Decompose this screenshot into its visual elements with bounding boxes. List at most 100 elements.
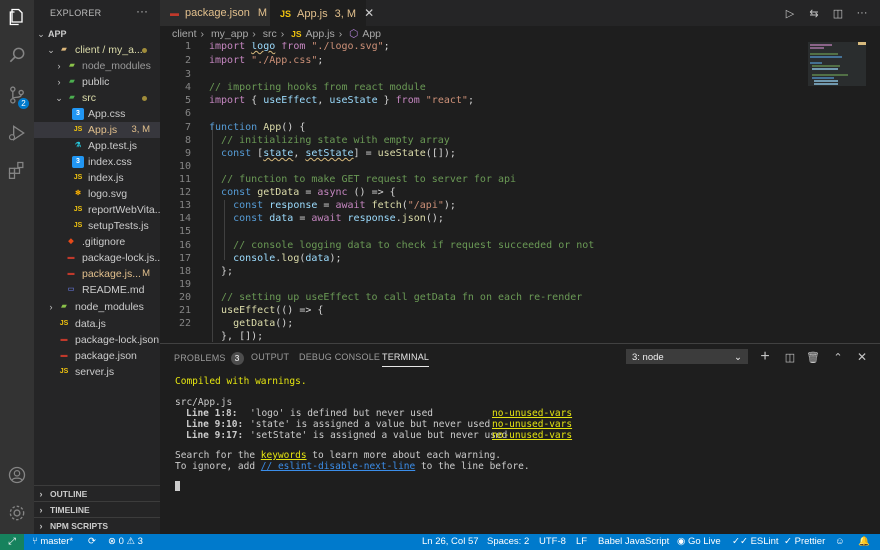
npm-file-icon: ▬	[67, 254, 75, 261]
line-number: 15	[178, 226, 191, 237]
code-line: const [state, setState] = useState([]);	[221, 148, 456, 159]
encoding-status[interactable]: UTF-8	[539, 534, 566, 550]
indentation-status[interactable]: Spaces: 2	[487, 534, 529, 550]
tree-file-gitignore[interactable]: ◆ .gitignore	[34, 234, 160, 250]
tree-file-app-test-js[interactable]: ⚗ App.test.js	[34, 138, 160, 154]
go-live-status[interactable]: ◉ Go Live	[677, 534, 721, 550]
tree-file-app-css[interactable]: 3 App.css	[34, 106, 160, 122]
code-line: useEffect(() => {	[221, 305, 324, 316]
tab-debug-console[interactable]: DEBUG CONSOLE	[299, 352, 380, 362]
terminal-compiled-line: Compiled with warnings.	[175, 376, 307, 387]
extensions-icon[interactable]	[0, 153, 34, 187]
chevron-right-icon: ›	[39, 521, 43, 531]
code-line: const getData = async () => {	[221, 187, 396, 198]
tab-output[interactable]: OUTPUT	[251, 352, 289, 362]
language-mode-status[interactable]: Babel JavaScript	[598, 534, 669, 550]
run-icon[interactable]: ▷	[782, 5, 798, 21]
src-folder-icon: ▰	[69, 94, 75, 101]
tree-file-index-js[interactable]: JS index.js	[34, 170, 160, 186]
js-file-icon: JS	[59, 368, 69, 375]
tree-folder-node-modules[interactable]: › ▰ node_modules	[34, 58, 160, 74]
timeline-section[interactable]: › TIMELINE	[34, 501, 160, 518]
compare-changes-icon[interactable]: ⇆	[806, 5, 822, 21]
minimap[interactable]	[808, 42, 866, 102]
tree-file-report-web-vitals[interactable]: JS reportWebVita...	[34, 202, 160, 218]
warning-loc: Line 9:17:	[186, 430, 244, 441]
js-file-icon: JS	[73, 174, 83, 181]
source-control-icon[interactable]: 2	[0, 78, 34, 112]
feedback-icon[interactable]: ☺	[835, 534, 845, 550]
tree-file-logo-svg[interactable]: ✻ logo.svg	[34, 186, 160, 202]
remote-indicator-icon[interactable]: ⤢	[0, 534, 24, 550]
eol-status[interactable]: LF	[576, 534, 587, 550]
sync-icon[interactable]: ⟳	[88, 534, 96, 550]
tree-file-package-json-client[interactable]: ▬ package.js... M	[34, 266, 160, 282]
tab-problems[interactable]: PROBLEMS 3	[174, 352, 244, 365]
more-actions-icon[interactable]: ···	[136, 4, 148, 18]
search-icon[interactable]	[0, 38, 34, 72]
folder-open-icon: ▰	[61, 46, 67, 53]
breadcrumb-item[interactable]: App	[362, 28, 381, 40]
tree-file-data-js[interactable]: JS data.js	[34, 316, 160, 332]
tree-folder-public[interactable]: › ▰ public	[34, 74, 160, 90]
line-number: 13	[178, 200, 191, 211]
tree-folder-src[interactable]: ⌄ ▰ src	[34, 90, 160, 106]
line-number: 14	[178, 213, 191, 224]
settings-gear-icon[interactable]	[0, 496, 34, 530]
css-file-icon: 3	[72, 108, 84, 120]
code-line: import "./App.css";	[209, 55, 324, 66]
eslint-disable-link[interactable]: // eslint-disable-next-line	[261, 461, 415, 472]
tab-package-json[interactable]: ▬ package.json M	[160, 0, 270, 26]
tree-root-app[interactable]: ⌄ APP	[34, 26, 160, 42]
tree-file-package-lock-root[interactable]: ▬ package-lock.json	[34, 332, 160, 348]
code-line: console.log(data);	[233, 253, 342, 264]
warning-rule-link[interactable]: no-unused-vars	[492, 419, 572, 430]
breadcrumb-item[interactable]: my_app	[211, 28, 248, 40]
check-icon: ✓✓	[732, 536, 751, 547]
tree-file-app-js[interactable]: JS App.js 3, M	[34, 122, 160, 138]
tree-file-readme[interactable]: ▭ README.md	[34, 282, 160, 298]
code-editor[interactable]: 1 2 3 4 5 6 7 8 9 10 11 12 13 14 15 16 1…	[160, 42, 880, 342]
run-debug-icon[interactable]	[0, 116, 34, 150]
explorer-icon[interactable]	[0, 0, 34, 34]
tree-folder-node-modules-root[interactable]: › ▰ node_modules	[34, 299, 160, 315]
tab-app-js[interactable]: JS App.js 3, M ✕	[270, 0, 374, 26]
keywords-link[interactable]: keywords	[261, 450, 307, 461]
more-actions-icon[interactable]: ···	[854, 5, 870, 21]
maximize-panel-icon[interactable]: ⌃	[830, 349, 846, 365]
split-terminal-icon[interactable]: ◫	[782, 349, 798, 365]
tree-file-package-json-root[interactable]: ▬ package.json	[34, 348, 160, 364]
tab-terminal[interactable]: TERMINAL	[382, 352, 430, 367]
public-folder-icon: ▰	[69, 78, 75, 85]
terminal-select[interactable]: 3: node ⌄	[626, 349, 748, 364]
code-line: const response = await fetch("/api");	[233, 200, 456, 211]
tree-folder-client[interactable]: ⌄ ▰ client / my_a...	[34, 42, 160, 58]
code-line: function App() {	[209, 122, 306, 133]
new-terminal-icon[interactable]: +	[757, 348, 773, 365]
breadcrumb-item[interactable]: client	[172, 28, 197, 40]
split-editor-icon[interactable]: ◫	[830, 5, 846, 21]
warning-rule-link[interactable]: no-unused-vars	[492, 408, 572, 419]
git-branch-status[interactable]: ⑂ master*	[32, 534, 73, 550]
cursor-position-status[interactable]: Ln 26, Col 57	[422, 534, 479, 550]
close-tab-icon[interactable]: ✕	[364, 6, 374, 20]
problems-status[interactable]: ⊗ 0 ⚠ 3	[108, 534, 143, 550]
eslint-status[interactable]: ✓✓ ESLint	[732, 534, 779, 550]
prettier-status[interactable]: ✓ Prettier	[784, 534, 825, 550]
tree-file-setup-tests[interactable]: JS setupTests.js	[34, 218, 160, 234]
notifications-bell-icon[interactable]: 🔔	[858, 534, 870, 550]
tree-file-index-css[interactable]: 3 index.css	[34, 154, 160, 170]
tree-file-server-js[interactable]: JS server.js	[34, 364, 160, 380]
trash-icon[interactable]: 🗑	[805, 349, 821, 365]
breadcrumb-item[interactable]: App.js	[306, 28, 335, 40]
outline-section[interactable]: › OUTLINE	[34, 485, 160, 502]
npm-scripts-section[interactable]: › NPM SCRIPTS	[34, 517, 160, 534]
terminal-file-line: src/App.js	[175, 397, 233, 408]
tree-file-package-lock-client[interactable]: ▬ package-lock.js...	[34, 250, 161, 266]
terminal-search-line: Search for the keywords to learn more ab…	[175, 450, 502, 461]
close-panel-icon[interactable]: ✕	[854, 349, 870, 365]
breadcrumb-item[interactable]: src	[263, 28, 277, 40]
warning-rule-link[interactable]: no-unused-vars	[492, 430, 572, 441]
account-icon[interactable]	[0, 458, 34, 492]
terminal-ignore-line: To ignore, add // eslint-disable-next-li…	[175, 461, 530, 472]
